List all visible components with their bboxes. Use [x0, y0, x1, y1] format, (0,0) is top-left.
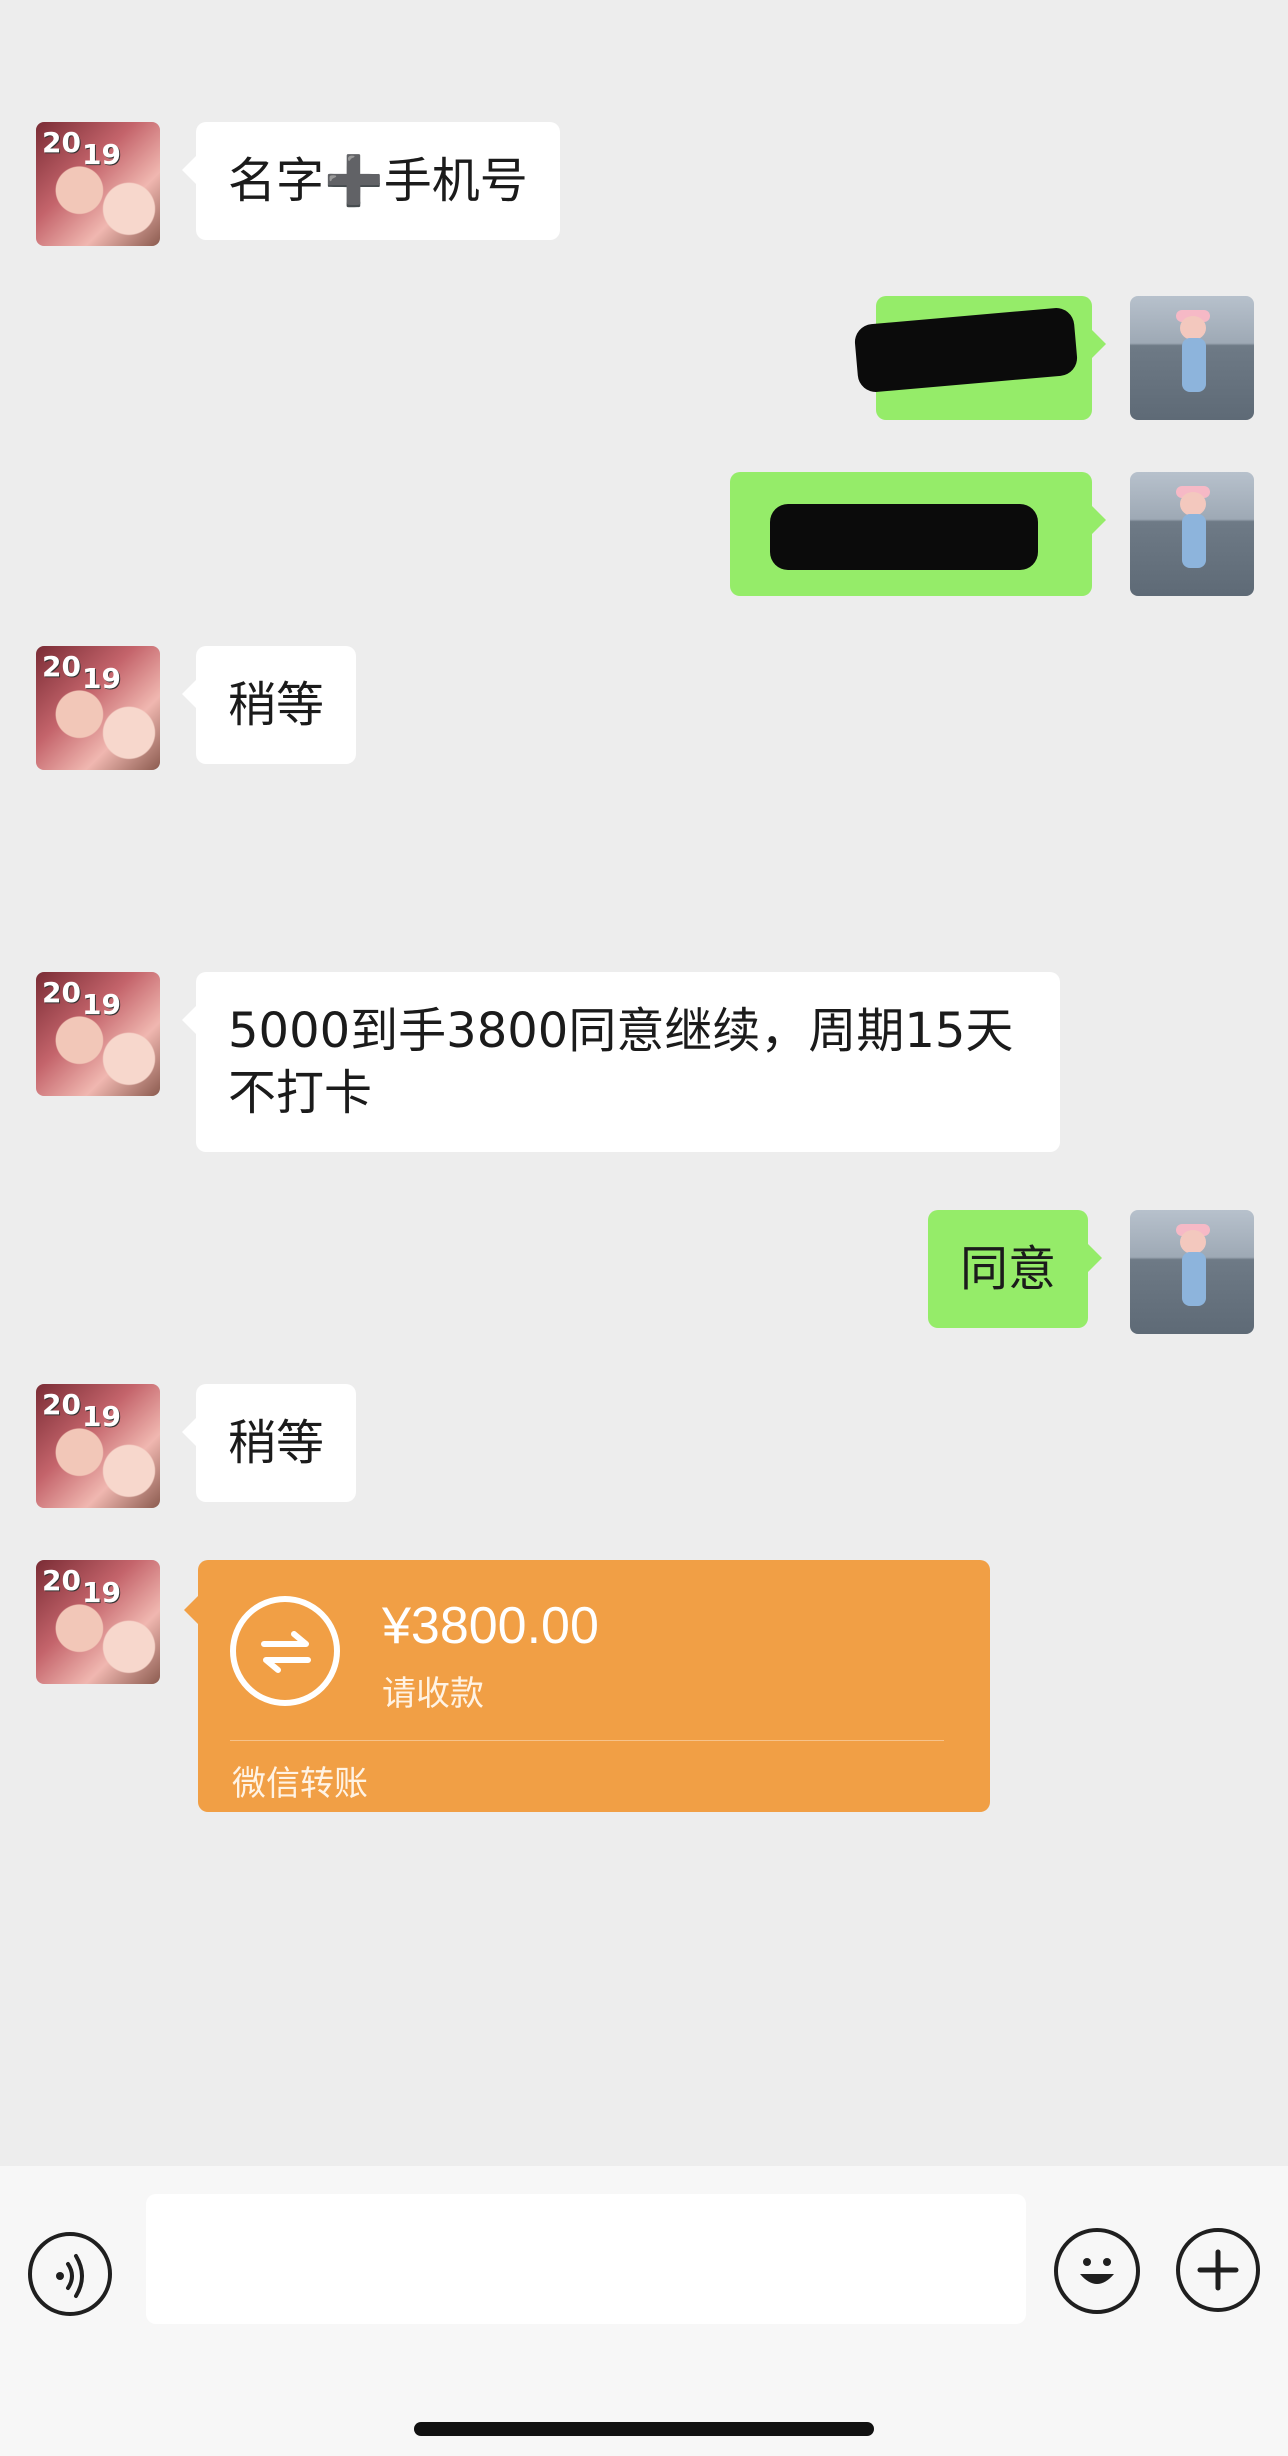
message-text: 5000到手3800同意继续，周期15天不打卡 — [228, 1003, 1014, 1121]
emoji-button[interactable] — [1054, 2228, 1140, 2314]
message-bubble-incoming[interactable]: 稍等 — [181, 1384, 357, 1502]
my-avatar[interactable] — [1130, 472, 1254, 596]
message-text: 同意 — [960, 1241, 1057, 1297]
plus-icon — [1197, 2249, 1239, 2291]
transfer-status: 请收款 — [382, 1674, 484, 1714]
message-text: 稍等 — [228, 1415, 325, 1471]
my-avatar[interactable] — [1130, 296, 1254, 420]
transfer-amount: ¥3800.00 — [382, 1597, 599, 1655]
transfer-icon — [230, 1596, 340, 1706]
more-options-button[interactable] — [1176, 2228, 1260, 2312]
contact-avatar[interactable]: 20 19 — [36, 1560, 160, 1684]
contact-avatar[interactable]: 20 19 — [36, 972, 160, 1096]
message-bubble-outgoing[interactable]: 同意 — [928, 1210, 1103, 1328]
message-text: 稍等 — [228, 677, 325, 733]
message-bubble-outgoing[interactable] — [730, 472, 1106, 596]
message-bubble-incoming[interactable]: 稍等 — [181, 646, 357, 764]
message-input[interactable] — [146, 2194, 1026, 2324]
my-avatar[interactable] — [1130, 1210, 1254, 1334]
redaction-mark — [770, 504, 1038, 570]
transfer-card[interactable]: ¥3800.00 请收款 微信转账 — [184, 1560, 990, 1812]
voice-button[interactable] — [28, 2232, 112, 2316]
message-text: 名字➕手机号 — [228, 153, 528, 209]
voice-icon — [56, 2254, 84, 2298]
chat-area: 20 19 名字➕手机号 20 19 稍等 20 19 5000到手3800同意… — [0, 0, 1288, 2166]
divider — [230, 1740, 944, 1741]
message-bubble-incoming[interactable]: 5000到手3800同意继续，周期15天不打卡 — [182, 972, 1060, 1152]
contact-avatar[interactable]: 20 19 — [36, 646, 160, 770]
message-bubble-outgoing[interactable] — [853, 296, 1106, 420]
transfer-brand-label: 微信转账 — [232, 1764, 368, 1804]
input-bar — [0, 2166, 1288, 2456]
redaction-mark — [853, 306, 1079, 394]
home-indicator[interactable] — [414, 2422, 874, 2436]
message-bubble-incoming[interactable]: 名字➕手机号 — [182, 122, 560, 240]
emoji-icon — [1080, 2258, 1114, 2284]
contact-avatar[interactable]: 20 19 — [36, 122, 160, 246]
contact-avatar[interactable]: 20 19 — [36, 1384, 160, 1508]
